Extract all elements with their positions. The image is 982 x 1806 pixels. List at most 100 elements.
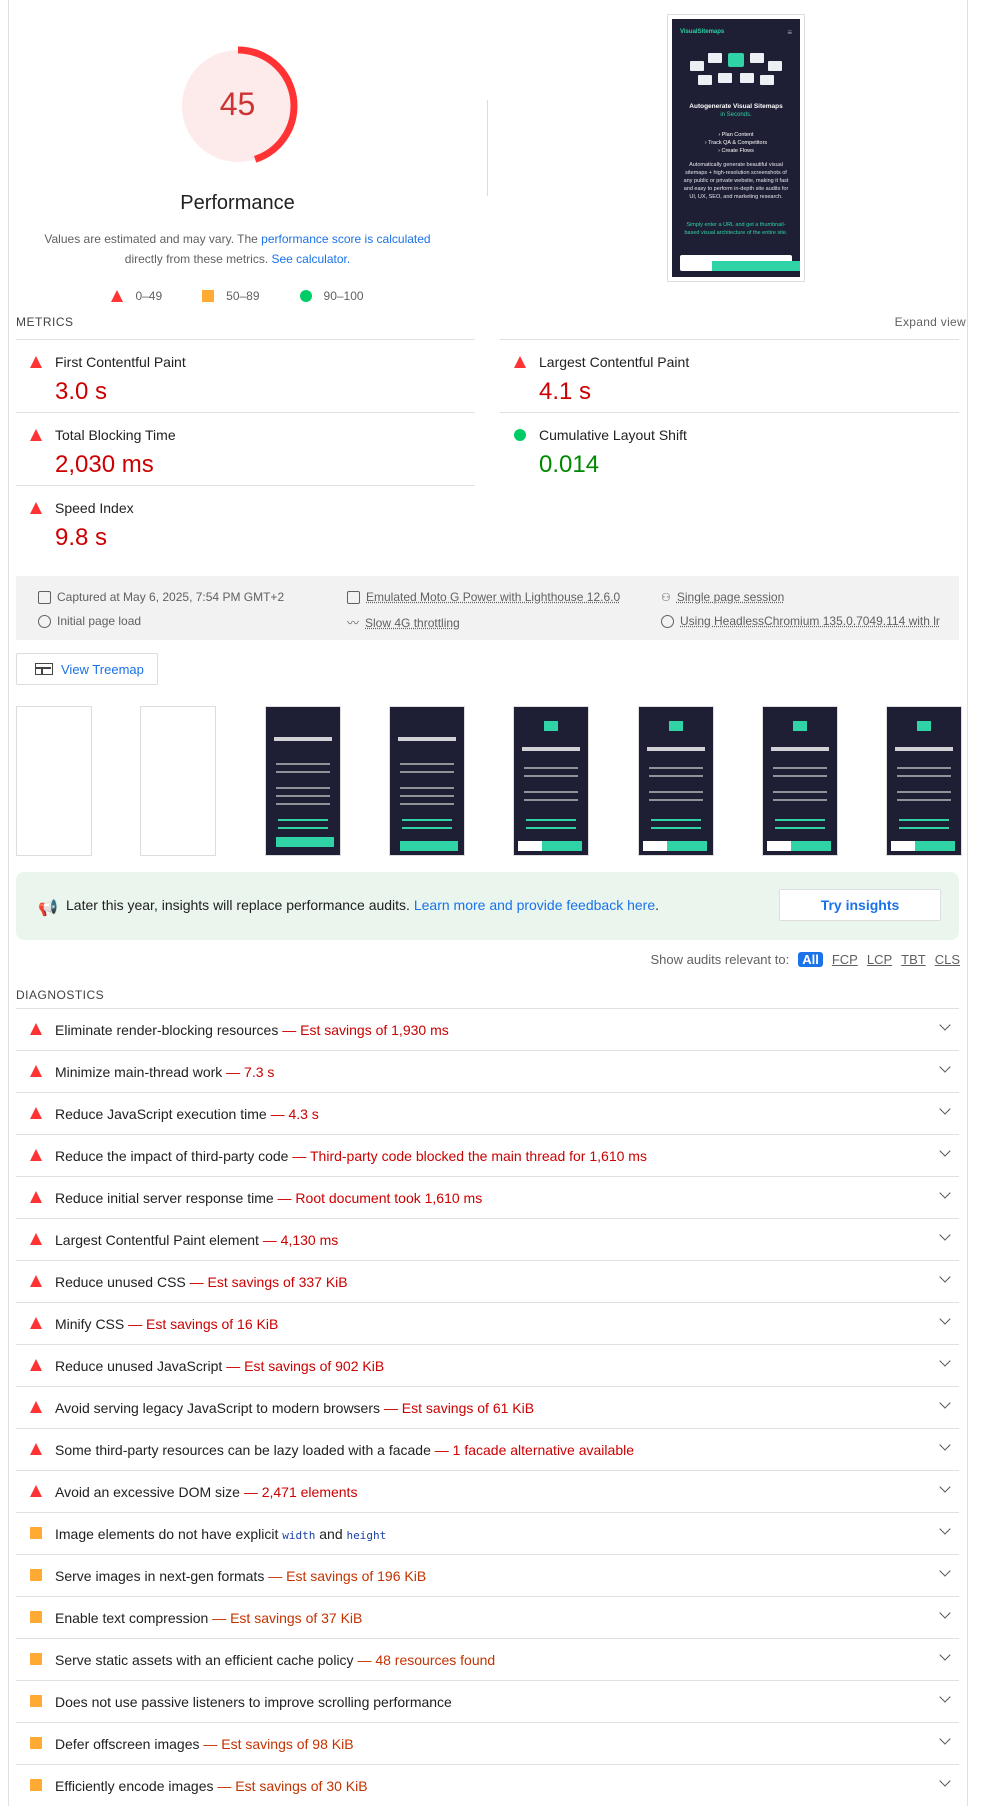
audit-title: Reduce the impact of third-party code — … xyxy=(55,1148,647,1164)
fail-triangle-icon xyxy=(30,1149,42,1161)
audit-row[interactable]: Minify CSS — Est savings of 16 KiB xyxy=(16,1302,959,1344)
audit-title: Some third-party resources can be lazy l… xyxy=(55,1442,634,1458)
audit-row[interactable]: Reduce unused CSS — Est savings of 337 K… xyxy=(16,1260,959,1302)
env-text: Single page session xyxy=(676,590,785,604)
audit-savings: — Est savings of 1,930 ms xyxy=(282,1022,449,1038)
fail-triangle-icon xyxy=(30,1443,42,1455)
chevron-down-icon xyxy=(939,1313,951,1325)
filter-all[interactable]: All xyxy=(798,952,823,967)
audit-row[interactable]: Reduce unused JavaScript — Est savings o… xyxy=(16,1344,959,1386)
filter-fcp[interactable]: FCP xyxy=(832,952,858,967)
insights-text: Later this year, insights will replace p… xyxy=(66,897,659,913)
metric-fcp: First Contentful Paint 3.0 s xyxy=(16,339,475,412)
preview-cta: Simply enter a URL and get a thumbnail-b… xyxy=(684,222,788,236)
chevron-down-icon xyxy=(939,1481,951,1493)
audit-row[interactable]: Serve static assets with an efficient ca… xyxy=(16,1638,959,1680)
audit-title: Minify CSS — Est savings of 16 KiB xyxy=(55,1316,278,1332)
chevron-down-icon xyxy=(939,1691,951,1703)
audit-title: Reduce initial server response time — Ro… xyxy=(55,1190,482,1206)
legend-pass: 90–100 xyxy=(299,289,364,303)
chevron-down-icon xyxy=(939,1775,951,1787)
audit-name: Serve static assets with an efficient ca… xyxy=(55,1652,354,1668)
audit-name: Reduce unused JavaScript xyxy=(55,1358,223,1374)
filmstrip-frame xyxy=(762,706,838,856)
filter-tbt[interactable]: TBT xyxy=(901,952,926,967)
audit-row[interactable]: Efficiently encode images — Est savings … xyxy=(16,1764,959,1806)
env-browser[interactable]: Using HeadlessChromium 135.0.7049.114 wi… xyxy=(661,614,940,628)
fail-triangle-icon xyxy=(30,1233,42,1245)
preview-list-item: › Track QA & Competitors xyxy=(704,140,768,146)
filmstrip-frame xyxy=(389,706,465,856)
fail-triangle-icon xyxy=(30,1065,42,1077)
audit-row[interactable]: Does not use passive listeners to improv… xyxy=(16,1680,959,1722)
preview-bottom-button xyxy=(712,261,800,271)
metric-si: Speed Index 9.8 s xyxy=(16,485,475,558)
audit-savings: — Est savings of 37 KiB xyxy=(212,1610,363,1626)
audit-title: Enable text compression — Est savings of… xyxy=(55,1610,362,1626)
filter-cls[interactable]: CLS xyxy=(935,952,960,967)
score-calc-link[interactable]: performance score is calculated xyxy=(261,232,430,246)
audit-row[interactable]: Image elements do not have explicit widt… xyxy=(16,1512,959,1554)
audit-row[interactable]: Avoid an excessive DOM size — 2,471 elem… xyxy=(16,1470,959,1512)
try-insights-button[interactable]: Try insights xyxy=(779,889,941,921)
audit-savings: — 7.3 s xyxy=(226,1064,275,1080)
audit-row[interactable]: Largest Contentful Paint element — 4,130… xyxy=(16,1218,959,1260)
audit-savings: — Root document took 1,610 ms xyxy=(277,1190,483,1206)
view-treemap-button[interactable]: View Treemap xyxy=(16,653,158,685)
preview-list: › Plan Content › Track QA & Competitors … xyxy=(672,131,800,155)
score-legend: 0–49 50–89 90–100 xyxy=(16,289,459,303)
performance-gauge[interactable]: 45 xyxy=(174,42,302,170)
score-summary: 45 Performance Values are estimated and … xyxy=(16,30,459,303)
filter-lcp[interactable]: LCP xyxy=(867,952,892,967)
audit-title: Serve static assets with an efficient ca… xyxy=(55,1652,495,1668)
legend-label: 90–100 xyxy=(323,289,364,303)
metric-cls: Cumulative Layout Shift 0.014 xyxy=(500,412,959,485)
metric-value: 2,030 ms xyxy=(55,451,154,478)
see-calculator-link[interactable]: See calculator. xyxy=(271,252,350,266)
hamburger-icon: ≡ xyxy=(787,28,792,37)
chevron-down-icon xyxy=(939,1649,951,1661)
audit-savings: — 2,471 elements xyxy=(243,1484,358,1500)
audit-name: Does not use passive listeners to improv… xyxy=(55,1694,452,1710)
average-square-icon xyxy=(30,1611,42,1623)
audit-row[interactable]: Reduce initial server response time — Ro… xyxy=(16,1176,959,1218)
average-square-icon xyxy=(30,1737,42,1749)
expand-view-toggle[interactable]: Expand view xyxy=(895,315,966,329)
audit-title: Efficiently encode images — Est savings … xyxy=(55,1778,368,1794)
chrome-icon xyxy=(661,614,674,628)
filter-label: Show audits relevant to: xyxy=(650,952,790,967)
audit-row[interactable]: Enable text compression — Est savings of… xyxy=(16,1596,959,1638)
insights-message: Later this year, insights will replace p… xyxy=(66,897,414,913)
audit-row[interactable]: Reduce the impact of third-party code — … xyxy=(16,1134,959,1176)
audit-row[interactable]: Reduce JavaScript execution time — 4.3 s xyxy=(16,1092,959,1134)
chevron-down-icon xyxy=(939,1187,951,1199)
preview-list-item: › Plan Content xyxy=(718,132,754,138)
env-throttling[interactable]: 〰 Slow 4G throttling xyxy=(347,614,460,631)
env-text: Captured at May 6, 2025, 7:54 PM GMT+2 xyxy=(57,590,285,604)
env-device[interactable]: Emulated Moto G Power with Lighthouse 12… xyxy=(347,590,620,604)
audit-title: Serve images in next-gen formats — Est s… xyxy=(55,1568,426,1584)
audit-name: Image elements do not have explicit xyxy=(55,1526,279,1542)
metrics-label: METRICS xyxy=(16,315,74,329)
audit-row[interactable]: Defer offscreen images — Est savings of … xyxy=(16,1722,959,1764)
calendar-icon xyxy=(38,590,51,604)
insights-feedback-link[interactable]: Learn more and provide feedback here xyxy=(414,897,655,913)
chevron-down-icon xyxy=(939,1607,951,1619)
audit-row[interactable]: Minimize main-thread work — 7.3 s xyxy=(16,1050,959,1092)
megaphone-icon: 📢 xyxy=(38,900,58,917)
audit-savings: — Est savings of 196 KiB xyxy=(268,1568,427,1584)
audit-title: Avoid serving legacy JavaScript to moder… xyxy=(55,1400,534,1416)
audit-name: Eliminate render-blocking resources xyxy=(55,1022,279,1038)
audit-row[interactable]: Serve images in next-gen formats — Est s… xyxy=(16,1554,959,1596)
preview-heading: Autogenerate Visual Sitemaps xyxy=(689,103,783,110)
chevron-down-icon xyxy=(939,1397,951,1409)
audit-row[interactable]: Avoid serving legacy JavaScript to moder… xyxy=(16,1386,959,1428)
env-session[interactable]: ⚇ Single page session xyxy=(661,590,784,604)
final-screenshot[interactable]: VisualSitemaps ≡ Autogenerate Visual Sit… xyxy=(667,14,805,282)
audit-row[interactable]: Eliminate render-blocking resources — Es… xyxy=(16,1008,959,1050)
audit-row[interactable]: Some third-party resources can be lazy l… xyxy=(16,1428,959,1470)
audit-name: Reduce initial server response time xyxy=(55,1190,274,1206)
audit-title: Reduce unused CSS — Est savings of 337 K… xyxy=(55,1274,348,1290)
preview-heading-2: in Seconds. xyxy=(720,112,752,118)
desc-text-2: directly from these metrics. xyxy=(124,252,272,266)
